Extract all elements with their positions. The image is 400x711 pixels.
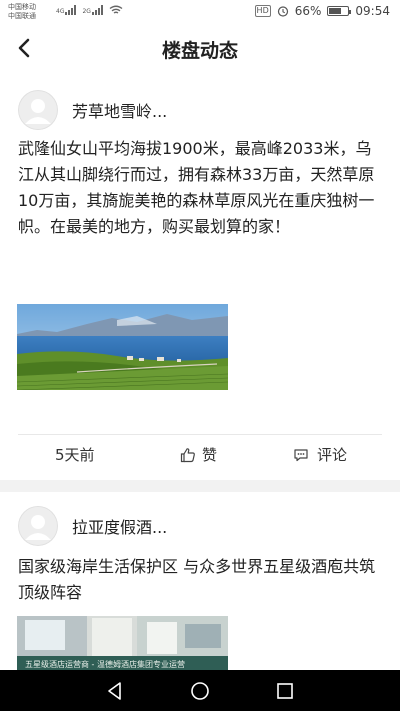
avatar[interactable] [18, 90, 58, 130]
battery-icon [327, 6, 352, 16]
lake-landscape-image [17, 304, 228, 390]
signal-indicators: 4G 2G [56, 5, 123, 15]
nav-back-icon[interactable] [104, 680, 126, 702]
post-content: 国家级海岸生活保护区 与众多世界五星级酒庖共筑顶级阵容 [18, 557, 376, 602]
battery-percent: 66% [294, 4, 322, 18]
actions-divider [18, 434, 382, 435]
post-image[interactable]: 五星级酒店运营商 - 温德姆酒店集团专业运营 [17, 616, 228, 670]
post-image[interactable] [17, 304, 228, 390]
system-nav-bar [0, 670, 400, 711]
thumbs-up-icon [180, 447, 195, 462]
carrier-info: 中国移动 中国联通 [8, 3, 36, 21]
hotel-interior-image: 五星级酒店运营商 - 温德姆酒店集团专业运营 [17, 616, 228, 670]
avatar[interactable] [18, 506, 58, 546]
post-author[interactable]: 芳草地雪岭... [72, 98, 167, 122]
like-label: 赞 [202, 446, 218, 464]
post-card[interactable]: 芳草地雪岭... 武隆仙女山平均海拔1900米，最高峰2033米，乌江从其山脚绕… [0, 76, 400, 480]
post-actions: 5天前 赞 评论 [0, 434, 400, 474]
nav-home-icon[interactable] [189, 680, 211, 702]
page-title: 楼盘动态 [161, 40, 238, 62]
signal-bars-icon [65, 5, 77, 15]
status-right: HD 66% 09:54 [254, 4, 390, 18]
post-content: 武隆仙女山平均海拔1900米，最高峰2033米，乌江从其山脚绕行而过，拥有森林3… [18, 139, 375, 236]
clock: 09:54 [355, 4, 390, 18]
hd-badge: HD [254, 5, 271, 17]
post-time: 5天前 [55, 446, 95, 464]
comment-label: 评论 [317, 446, 348, 464]
network-type-2: 2G [82, 8, 91, 15]
section-divider [0, 480, 400, 492]
wifi-icon [109, 5, 123, 14]
post-card[interactable]: 拉亚度假酒... 国家级海岸生活保护区 与众多世界五星级酒庖共筑顶级阵容 五星级… [0, 492, 400, 670]
like-button[interactable]: 赞 [180, 444, 217, 465]
comment-button[interactable]: 评论 [293, 444, 347, 465]
default-avatar-icon [18, 90, 58, 130]
battery-fill [329, 8, 342, 14]
post-author[interactable]: 拉亚度假酒... [72, 514, 167, 538]
app-header: 楼盘动态 [0, 24, 400, 72]
default-avatar-icon [18, 506, 58, 546]
network-type-1: 4G [56, 8, 65, 15]
signal-bars-icon [91, 5, 103, 15]
image-caption: 五星级酒店运营商 - 温德姆酒店集团专业运营 [25, 659, 185, 669]
status-bar: 中国移动 中国联通 4G 2G HD 66% 09:54 [0, 0, 400, 24]
carrier-primary: 中国移动 [8, 3, 36, 11]
comment-icon [294, 448, 308, 461]
carrier-secondary: 中国联通 [8, 12, 36, 20]
alarm-icon [277, 6, 288, 17]
nav-recents-icon[interactable] [274, 680, 296, 702]
